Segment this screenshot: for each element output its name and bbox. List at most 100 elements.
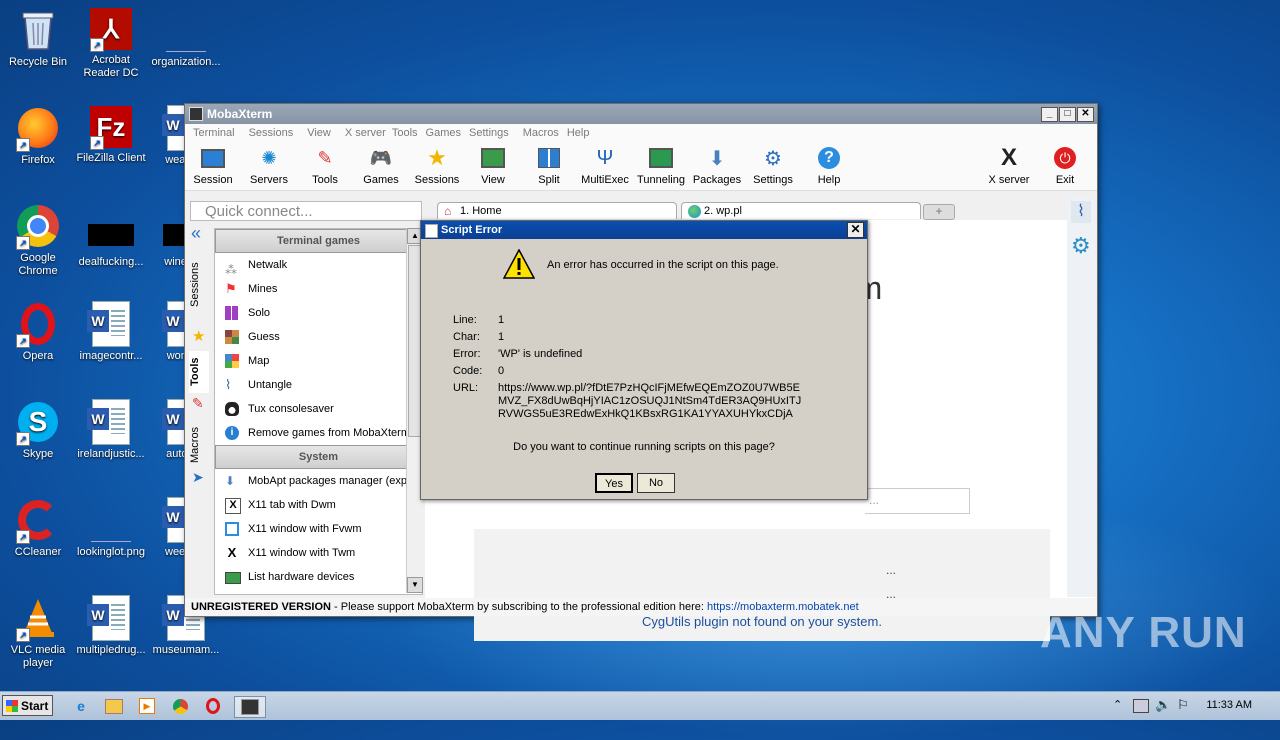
warning-icon: [503, 249, 535, 279]
toolbar-packages-button[interactable]: ⬇ Packages: [689, 142, 745, 187]
flag-icon: ⚑: [225, 281, 237, 296]
list-item-x11-twm[interactable]: X X11 window with Twm: [215, 541, 422, 565]
taskbar-opera-icon[interactable]: [202, 696, 224, 716]
window-titlebar[interactable]: MobaXterm _ □ ✕: [185, 104, 1097, 124]
list-item-hardware[interactable]: List hardware devices: [215, 565, 422, 589]
toolbar-multiexec-button[interactable]: Ψ MultiExec: [577, 142, 633, 187]
help-icon: ?: [817, 146, 841, 170]
menu-terminal[interactable]: Terminal: [193, 127, 235, 139]
desktop-icon-irelandjustic[interactable]: W irelandjustic...: [73, 399, 149, 461]
taskbar-media-player-icon[interactable]: ▶: [136, 696, 158, 716]
taskbar-chrome-icon[interactable]: [169, 696, 191, 716]
sidebar-tab-sessions[interactable]: Sessions: [189, 255, 209, 315]
desktop-icon-organization[interactable]: organization...: [148, 8, 224, 69]
no-button[interactable]: No: [637, 473, 675, 493]
tab-wp-pl[interactable]: 2. wp.pl: [681, 202, 921, 219]
minimize-button[interactable]: _: [1041, 107, 1058, 122]
desktop-icon-multipledrug[interactable]: W multipledrug...: [73, 595, 149, 657]
desktop-icon-acrobat[interactable]: ⅄ ↗ Acrobat Reader DC: [73, 8, 149, 80]
toolbar-split-button[interactable]: Split: [521, 142, 577, 186]
gear-icon[interactable]: ⚙: [1071, 233, 1091, 259]
desktop-icon-chrome[interactable]: ↗ Google Chrome: [0, 204, 76, 278]
field-code-label: Code:: [453, 365, 483, 377]
mobatek-link[interactable]: https://mobaxterm.mobatek.net: [707, 601, 859, 613]
list-item-solo[interactable]: Solo: [215, 301, 422, 325]
list-item-map[interactable]: Map: [215, 349, 422, 373]
word-doc-icon: W: [87, 595, 133, 641]
toolbar-exit-button[interactable]: ⏻ Exit: [1037, 142, 1093, 186]
list-item-guess[interactable]: Guess: [215, 325, 422, 349]
desktop-icon-ccleaner[interactable]: ↗ CCleaner: [0, 498, 76, 559]
start-button[interactable]: Start: [2, 695, 53, 716]
list-item-remove-games[interactable]: i Remove games from MobaXterm: [215, 421, 422, 445]
toolbar-sessions-button[interactable]: ★ Sessions: [409, 142, 465, 186]
toolbar-tools-button[interactable]: ✎ Tools: [297, 142, 353, 187]
menu-sessions[interactable]: Sessions: [249, 127, 294, 139]
desktop-icon-skype[interactable]: S ↗ Skype: [0, 400, 76, 461]
tray-expand-icon[interactable]: ⌃: [1113, 698, 1122, 711]
list-item-x11-dwm[interactable]: X X11 tab with Dwm: [215, 493, 422, 517]
tab-home[interactable]: ⌂ 1. Home: [437, 202, 677, 219]
collapse-sidebar-icon[interactable]: «: [191, 223, 201, 244]
status-bar: UNREGISTERED VERSION - Please support Mo…: [185, 598, 1097, 616]
desktop-icon-opera[interactable]: ↗ Opera: [0, 302, 76, 363]
toolbar-servers-button[interactable]: ✺ Servers: [241, 142, 297, 187]
list-item-x11-fvwm[interactable]: X11 window with Fvwm: [215, 517, 422, 541]
menu-settings[interactable]: Settings: [469, 127, 509, 139]
desktop-icon-label: lookinglot.png: [77, 546, 145, 558]
home-icon: ⌂: [444, 204, 452, 218]
sidebar-tab-macros[interactable]: Macros: [189, 421, 209, 469]
list-item-netwalk[interactable]: ⁂ Netwalk: [215, 253, 422, 277]
network-icon[interactable]: [1133, 699, 1149, 713]
new-tab-button[interactable]: +: [923, 204, 955, 220]
recent-item[interactable]: ...: [886, 563, 896, 577]
toolbar-settings-button[interactable]: ⚙ Settings: [745, 142, 801, 187]
desktop-icon-label: imagecontr...: [79, 350, 143, 362]
menu-macros[interactable]: Macros: [523, 127, 559, 139]
home-search-box[interactable]: ...: [865, 488, 970, 514]
toolbar-help-button[interactable]: ? Help: [801, 142, 857, 186]
list-item-mobapt[interactable]: ⬇ MobApt packages manager (expe: [215, 469, 422, 493]
menu-tools[interactable]: Tools: [392, 127, 418, 139]
list-item-tux-consolesaver[interactable]: Tux consolesaver: [215, 397, 422, 421]
taskbar-clock[interactable]: 11:33 AM: [1206, 699, 1252, 711]
field-char-value: 1: [498, 331, 505, 343]
menu-view[interactable]: View: [307, 127, 331, 139]
menu-x-server[interactable]: X server: [345, 127, 386, 139]
desktop-icon-firefox[interactable]: ↗ Firefox: [0, 106, 76, 167]
toolbar-session-button[interactable]: Session: [185, 142, 241, 186]
menu-games[interactable]: Games: [426, 127, 461, 139]
taskbar-mobaxterm-icon[interactable]: [234, 696, 266, 718]
desktop-icon-filezilla[interactable]: Fz ↗ FileZilla Client: [73, 106, 149, 165]
taskbar-explorer-icon[interactable]: [103, 696, 125, 716]
taskbar-ie-icon[interactable]: e: [70, 696, 92, 716]
menu-help[interactable]: Help: [567, 127, 590, 139]
toolbar-view-button[interactable]: View: [465, 142, 521, 186]
desktop-icon-recycle-bin[interactable]: Recycle Bin: [0, 8, 76, 69]
yes-button[interactable]: Yes: [595, 473, 633, 493]
desktop-icon-lookinglot[interactable]: lookinglot.png: [73, 498, 149, 559]
desktop-icon-imagecontr[interactable]: W imagecontr...: [73, 301, 149, 363]
quick-connect-input[interactable]: Quick connect...: [190, 201, 422, 221]
packages-icon: ⬇: [225, 474, 236, 488]
sidebar-tab-tools[interactable]: Tools: [189, 351, 209, 393]
solo-icon: [225, 306, 239, 320]
close-button[interactable]: ✕: [1077, 107, 1094, 122]
flag-icon[interactable]: ⚐: [1177, 697, 1189, 713]
paperclip-icon[interactable]: ⌇: [1071, 201, 1091, 223]
dialog-close-button[interactable]: ✕: [847, 222, 864, 238]
volume-icon[interactable]: 🔈: [1155, 697, 1171, 713]
list-item-mines[interactable]: ⚑ Mines: [215, 277, 422, 301]
list-item-untangle[interactable]: ⌇ Untangle: [215, 373, 422, 397]
toolbar-games-button[interactable]: 🎮 Games: [353, 142, 409, 187]
desktop-icon-vlc[interactable]: ↗ VLC media player: [0, 596, 76, 670]
dialog-titlebar[interactable]: Script Error ✕: [421, 221, 867, 239]
scroll-down-arrow-icon[interactable]: ▼: [407, 577, 423, 593]
toolbar-tunneling-button[interactable]: Tunneling: [633, 142, 689, 186]
toolbar-x-server-button[interactable]: XX server: [981, 142, 1037, 186]
packages-icon: ⬇: [708, 147, 726, 170]
maximize-button[interactable]: □: [1059, 107, 1076, 122]
menu-bar: Terminal Sessions View X server Tools Ga…: [185, 124, 1097, 142]
desktop-icon-dealfucking[interactable]: dealfucking...: [73, 204, 149, 269]
field-code-value: 0: [498, 365, 505, 377]
